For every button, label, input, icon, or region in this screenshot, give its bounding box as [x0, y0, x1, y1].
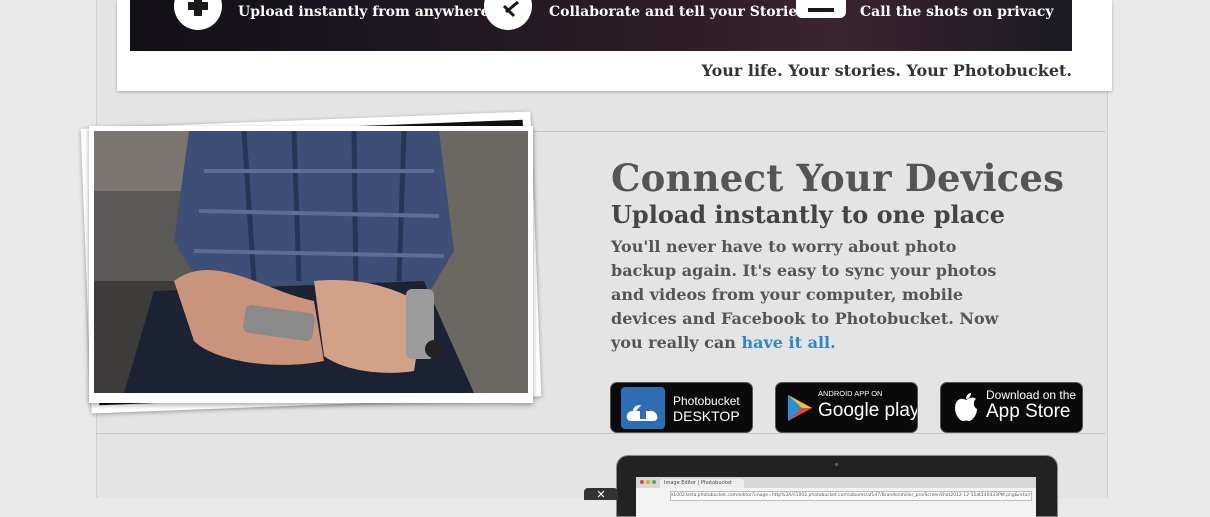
- hero-photo-frame: [89, 126, 533, 403]
- close-button[interactable]: ✕: [584, 488, 618, 501]
- window-close-dot: [640, 480, 644, 484]
- window-zoom-dot: [652, 480, 656, 484]
- badge-appstore-line1: Download on the: [986, 388, 1077, 402]
- browser-url-bar: s1002.beta.photobucket.com/editor?image=…: [670, 491, 1032, 501]
- browser-screenshot: Image Editor | Photobucket s1002.beta.ph…: [636, 477, 1036, 517]
- browser-tab: Image Editor | Photobucket: [660, 479, 744, 488]
- google-play-icon: [786, 393, 814, 427]
- photobucket-desktop-badge[interactable]: Photobucket DESKTOP: [610, 382, 753, 433]
- man-using-phone-photo: [94, 131, 528, 393]
- feature-collaborate-label: Collaborate and tell your Stories: [549, 4, 806, 20]
- photobucket-desktop-icon: [621, 387, 665, 429]
- badge-google-line1: ANDROID APP ON: [818, 389, 883, 398]
- section-divider-bottom: [96, 433, 1106, 434]
- laptop-mockup: Image Editor | Photobucket s1002.beta.ph…: [616, 455, 1058, 517]
- badge-appstore-line2: App Store: [986, 401, 1071, 422]
- badge-google-line2: Google play: [818, 400, 918, 421]
- tagline: Your life. Your stories. Your Photobucke…: [701, 61, 1072, 80]
- browser-tab-bar: Image Editor | Photobucket: [636, 477, 1036, 488]
- hero-banner-image: Upload instantly from anywhere Collabora…: [130, 0, 1072, 51]
- window-minimize-dot: [646, 480, 650, 484]
- have-it-all-link[interactable]: have it all.: [741, 333, 835, 352]
- section-description: You'll never have to worry about photo b…: [611, 235, 1011, 355]
- apple-icon: [953, 392, 979, 426]
- share-circle-icon: [484, 0, 532, 30]
- badge-desktop-line2: DESKTOP: [673, 408, 740, 424]
- section-title: Connect Your Devices: [611, 156, 1065, 200]
- laptop-camera: [835, 463, 838, 466]
- section-subtitle: Upload instantly to one place: [611, 200, 1006, 229]
- app-store-badge[interactable]: Download on the App Store: [940, 382, 1083, 433]
- privacy-lock-icon: [796, 0, 846, 18]
- badge-desktop-line1: Photobucket: [673, 394, 740, 408]
- feature-privacy-label: Call the shots on privacy: [860, 4, 1054, 20]
- feature-upload-label: Upload instantly from anywhere: [238, 4, 490, 20]
- google-play-badge[interactable]: ANDROID APP ON Google play: [775, 382, 918, 433]
- upload-circle-icon: [174, 0, 222, 30]
